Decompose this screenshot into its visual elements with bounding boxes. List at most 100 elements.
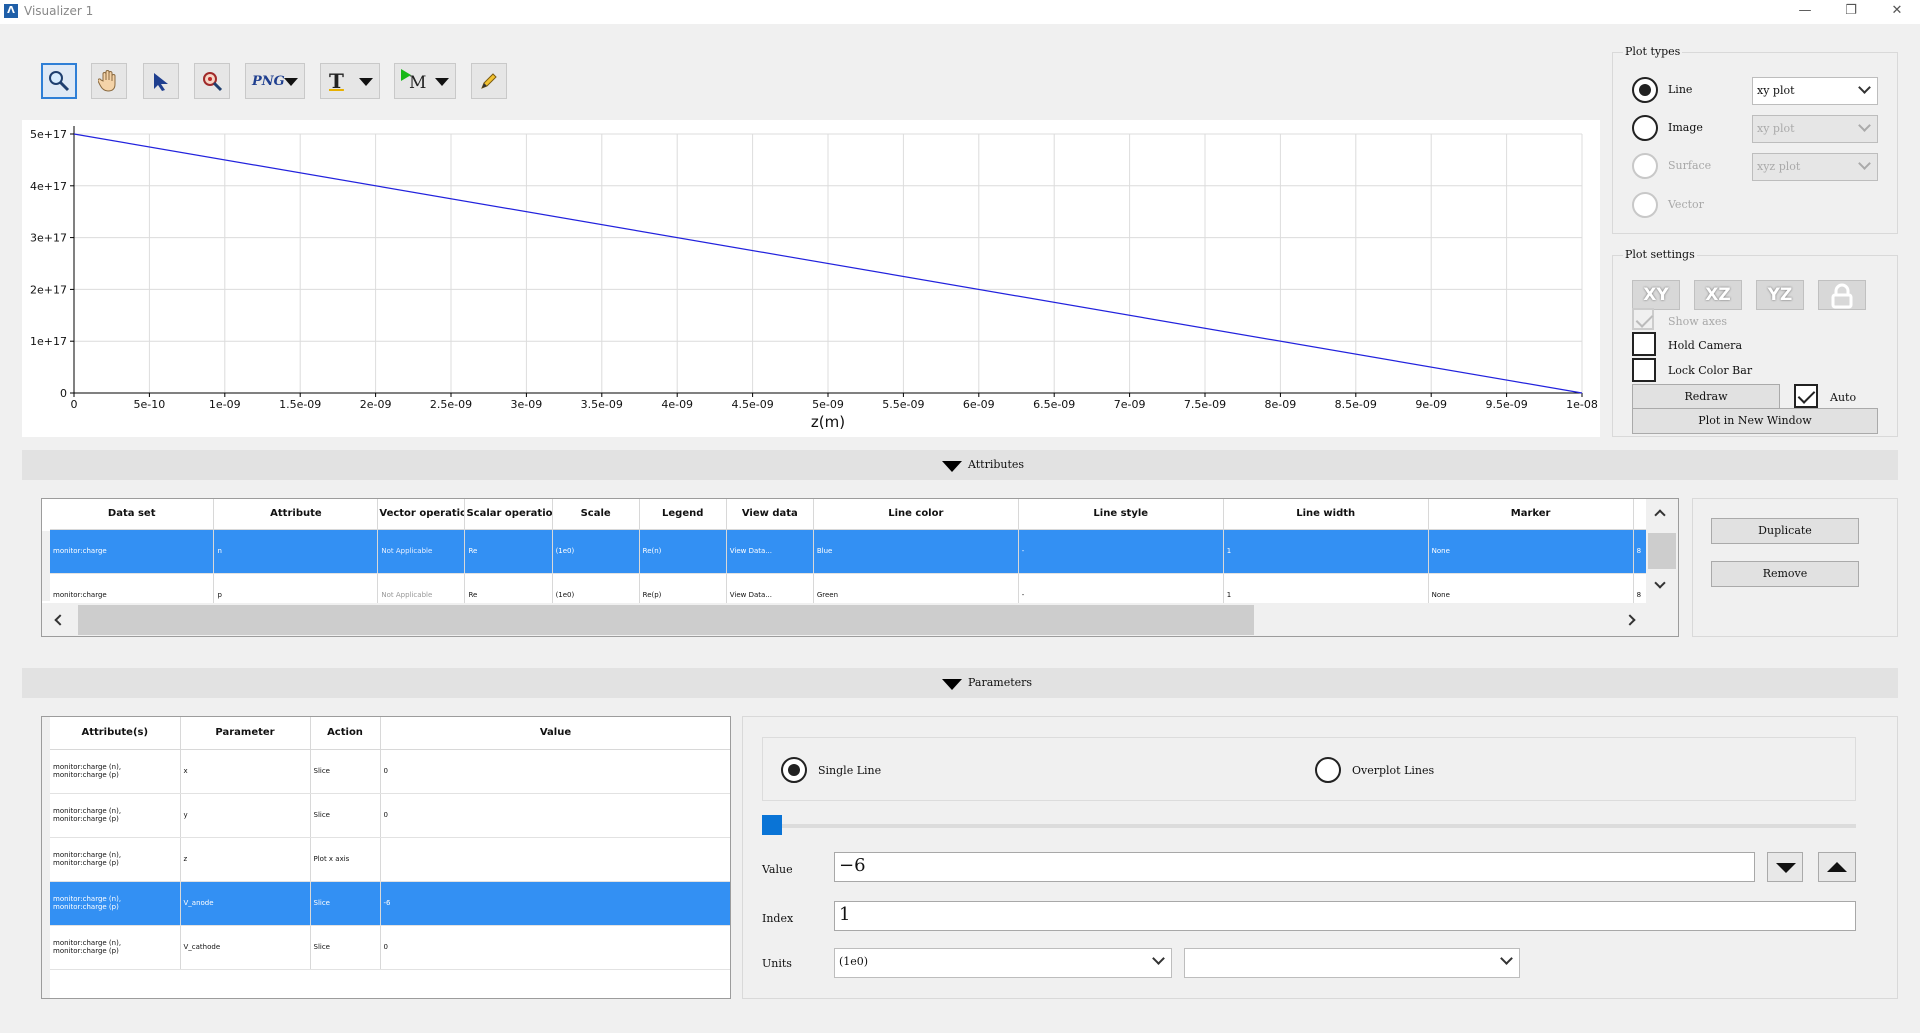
zoom-tool-button[interactable] — [41, 63, 77, 99]
xz-view-button[interactable]: XZ — [1694, 280, 1742, 310]
table-cell[interactable]: monitor:charge — [50, 529, 215, 574]
chevron-down-icon[interactable] — [284, 78, 298, 86]
column-header[interactable]: Line color — [813, 499, 1019, 530]
table-cell[interactable]: V_anode — [180, 881, 311, 926]
table-row[interactable]: monitor:charge (n), monitor:charge (p) V… — [50, 881, 730, 926]
column-header[interactable]: Value — [380, 717, 730, 750]
table-cell[interactable]: V_cathode — [180, 925, 311, 970]
lock-color-bar-checkbox[interactable] — [1632, 358, 1656, 382]
column-header[interactable]: Line style — [1018, 499, 1224, 530]
column-header[interactable]: View data — [726, 499, 814, 530]
table-cell[interactable]: monitor:charge (n), monitor:charge (p) — [50, 881, 181, 926]
parameters-section-toggle[interactable]: Parameters — [22, 668, 1898, 698]
table-cell[interactable]: Slice — [310, 925, 381, 970]
table-cell[interactable]: monitor:charge (n), monitor:charge (p) — [50, 793, 181, 838]
attributes-section-toggle[interactable]: Attributes — [22, 450, 1898, 480]
table-cell[interactable]: 0 — [380, 749, 730, 794]
auto-checkbox[interactable] — [1794, 384, 1818, 408]
table-cell[interactable]: 0 — [380, 925, 730, 970]
plot-in-new-window-button[interactable]: Plot in New Window — [1632, 408, 1878, 434]
marker-tool-button[interactable]: M — [394, 63, 456, 99]
column-header[interactable]: Legend — [639, 499, 727, 530]
column-header[interactable]: Marker — [1428, 499, 1634, 530]
column-header[interactable]: Line width — [1223, 499, 1429, 530]
table-cell[interactable]: None — [1428, 529, 1634, 574]
column-header[interactable]: Vector operation — [377, 499, 466, 530]
hold-camera-checkbox[interactable] — [1632, 332, 1656, 356]
line-radio[interactable] — [1632, 77, 1658, 103]
column-header[interactable]: Parameter — [180, 717, 311, 750]
restore-button[interactable]: ❐ — [1828, 0, 1874, 22]
scroll-down-icon[interactable] — [1654, 577, 1666, 589]
table-cell[interactable] — [380, 837, 730, 882]
remove-button[interactable]: Remove — [1711, 561, 1859, 587]
scroll-right-icon[interactable] — [1624, 614, 1636, 626]
table-cell[interactable]: monitor:charge (n), monitor:charge (p) — [50, 837, 181, 882]
scroll-left-icon[interactable] — [54, 614, 66, 626]
scrollbar-thumb[interactable] — [1648, 533, 1676, 569]
column-header[interactable]: Attribute — [213, 499, 379, 530]
close-button[interactable]: ✕ — [1874, 0, 1920, 22]
select-tool-button[interactable] — [143, 63, 179, 99]
table-cell[interactable]: Slice — [310, 793, 381, 838]
units-select[interactable]: (1e0) — [834, 948, 1172, 978]
yz-view-button[interactable]: YZ — [1756, 280, 1804, 310]
table-row[interactable]: monitor:charge (n), monitor:charge (p) z… — [50, 837, 730, 882]
text-tool-button[interactable]: T — [320, 63, 380, 99]
attributes-grid[interactable]: Data set Attribute Vector operation Scal… — [50, 499, 1678, 618]
column-header[interactable]: Scalar operation — [464, 499, 553, 530]
decrement-button[interactable] — [1767, 852, 1803, 882]
table-cell[interactable]: (1e0) — [552, 529, 640, 574]
parameter-slider[interactable] — [762, 815, 1856, 835]
table-row[interactable]: monitor:charge (n), monitor:charge (p) x… — [50, 749, 730, 794]
table-cell[interactable]: 1 — [1223, 529, 1429, 574]
column-header[interactable]: Action — [310, 717, 381, 750]
table-cell[interactable]: Not Applicable — [377, 529, 466, 574]
table-cell[interactable]: Re(n) — [639, 529, 727, 574]
table-row[interactable]: monitor:charge (n), monitor:charge (p) y… — [50, 793, 730, 838]
units-secondary-select[interactable] — [1184, 948, 1520, 978]
chevron-down-icon[interactable] — [359, 78, 373, 86]
increment-button[interactable] — [1818, 852, 1856, 882]
scroll-up-icon[interactable] — [1654, 509, 1666, 521]
index-input[interactable]: 1 — [834, 901, 1856, 931]
single-line-radio[interactable] — [781, 757, 807, 783]
parameters-table[interactable]: Attribute(s) Parameter Action Value moni… — [41, 716, 731, 999]
table-cell[interactable]: Re — [464, 529, 553, 574]
plot-area[interactable]: 0 5e-10 1e-09 1.5e-09 2e-09 2.5e-09 3e-09 3.5e-… — [22, 120, 1600, 437]
horizontal-scrollbar[interactable] — [42, 603, 1678, 636]
png-export-button[interactable]: PNG — [245, 63, 305, 99]
xy-view-button[interactable]: XY — [1632, 280, 1680, 310]
column-header[interactable]: Data set — [50, 499, 215, 530]
minimize-button[interactable]: — — [1782, 0, 1828, 22]
vertical-scrollbar[interactable] — [1646, 499, 1678, 603]
table-cell[interactable]: Plot x axis — [310, 837, 381, 882]
table-cell[interactable]: monitor:charge (n), monitor:charge (p) — [50, 749, 181, 794]
table-cell[interactable]: 0 — [380, 793, 730, 838]
overplot-lines-radio[interactable] — [1315, 757, 1341, 783]
duplicate-button[interactable]: Duplicate — [1711, 518, 1859, 544]
table-cell[interactable]: View Data... — [726, 529, 814, 574]
pan-tool-button[interactable] — [91, 63, 127, 99]
attributes-table[interactable]: Data set Attribute Vector operation Scal… — [41, 498, 1679, 637]
scrollbar-thumb[interactable] — [78, 605, 1254, 635]
column-header[interactable]: Scale — [552, 499, 640, 530]
table-cell[interactable]: Slice — [310, 881, 381, 926]
lock-view-button[interactable] — [1818, 280, 1866, 310]
line-chart[interactable]: 0 5e-10 1e-09 1.5e-09 2e-09 2.5e-09 3e-09 3.5e-… — [22, 120, 1600, 437]
table-row[interactable]: monitor:charge n Not Applicable Re (1e0)… — [50, 529, 1678, 574]
table-cell[interactable]: -6 — [380, 881, 730, 926]
table-cell[interactable]: Slice — [310, 749, 381, 794]
zoom-fit-tool-button[interactable] — [194, 63, 230, 99]
column-header[interactable]: Attribute(s) — [50, 717, 181, 750]
table-cell[interactable]: z — [180, 837, 311, 882]
table-cell[interactable]: y — [180, 793, 311, 838]
line-plot-type-select[interactable]: xy plot — [1752, 77, 1878, 105]
chevron-down-icon[interactable] — [435, 78, 449, 86]
value-input[interactable]: −6 — [834, 852, 1755, 882]
parameters-grid[interactable]: Attribute(s) Parameter Action Value moni… — [50, 717, 730, 970]
table-cell[interactable]: n — [213, 529, 379, 574]
table-cell[interactable]: Blue — [813, 529, 1019, 574]
redraw-button[interactable]: Redraw — [1632, 384, 1780, 410]
draw-tool-button[interactable] — [471, 63, 507, 99]
